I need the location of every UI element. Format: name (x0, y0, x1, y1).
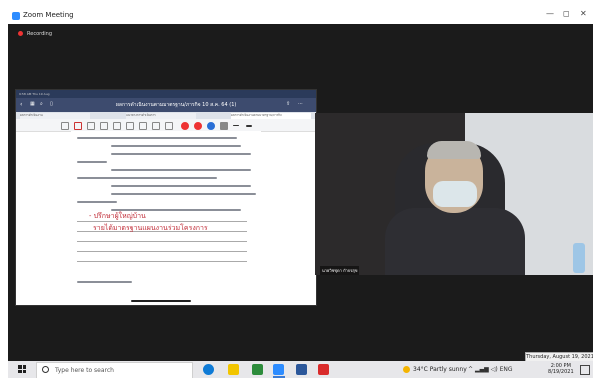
eraser-icon[interactable] (87, 122, 95, 130)
image-icon[interactable] (139, 122, 147, 130)
stroke-medium-icon[interactable] (233, 125, 239, 126)
close-button[interactable]: ✕ (580, 9, 587, 18)
weather-text: 34°C Partly sunny (413, 366, 467, 373)
system-tray[interactable]: ^ ▂▄▆ ◁) ENG (468, 366, 513, 373)
taskbar-clock[interactable]: 2:00 PM 8/19/2021 (548, 363, 574, 375)
video-suit (385, 208, 525, 275)
text-line (111, 193, 256, 195)
file-explorer-icon[interactable] (228, 364, 239, 375)
tray-chevron-icon[interactable]: ^ (468, 366, 473, 373)
text-line (111, 145, 241, 147)
handwritten-note: - ปรึกษาผู้ใหญ่บ้าน (89, 212, 146, 220)
recording-indicator: Recording (18, 31, 52, 37)
color-blue-icon[interactable] (207, 122, 215, 130)
active-indicator (273, 376, 285, 378)
windows-taskbar: Type here to search 34°C Partly sunny ^ … (8, 361, 593, 378)
windows-start-icon[interactable] (18, 365, 26, 373)
page-scrollbar[interactable] (131, 300, 191, 302)
record-dot-icon (18, 31, 23, 36)
highlighter-icon[interactable] (100, 122, 108, 130)
word-icon[interactable] (296, 364, 307, 375)
text-line (111, 153, 251, 155)
video-hair (427, 141, 481, 159)
text-line (77, 201, 117, 203)
camera-icon[interactable] (152, 122, 160, 130)
color-red-icon[interactable] (194, 122, 202, 130)
ipad-status-bar: 9:58 AM Thu 19 Aug (16, 90, 316, 98)
text-line (111, 169, 251, 171)
document-tabs: ผลการดำเนินงาน แนวทางการดำเนินการ ผลการด… (16, 112, 316, 119)
search-placeholder: Type here to search (55, 367, 114, 374)
answer-rule (77, 261, 247, 262)
maximize-button[interactable]: ◻ (563, 9, 570, 18)
lasso-icon[interactable] (61, 122, 69, 130)
document-page: - ปรึกษาผู้ใหญ่บ้าน รายได้มาตรฐานแผนงานร… (71, 131, 261, 299)
text-line (111, 185, 251, 187)
minimize-button[interactable]: — (546, 9, 554, 18)
search-icon (42, 366, 49, 373)
status-time: 9:58 AM Thu 19 Aug (19, 92, 50, 96)
stroke-thin-icon[interactable] (220, 122, 228, 130)
answer-rule (77, 251, 247, 252)
answer-rule (77, 241, 247, 242)
video-mask (433, 181, 477, 207)
store-icon[interactable] (252, 364, 263, 375)
shapes-icon[interactable] (113, 122, 121, 130)
stroke-thick-icon[interactable] (246, 125, 252, 127)
text-icon[interactable] (126, 122, 134, 130)
participant-name: นายวิชชุดา กำจรสุข (320, 266, 360, 275)
zoom-taskbar-icon[interactable] (273, 364, 284, 375)
network-icon[interactable]: ▂▄▆ (475, 366, 489, 373)
window-title: Zoom Meeting (23, 11, 74, 19)
color-red-icon[interactable] (181, 122, 189, 130)
weather-widget[interactable]: 34°C Partly sunny (403, 366, 467, 373)
text-line (77, 137, 237, 139)
handwritten-note: รายได้มาตรฐานแผนงานร่วมโครงการ (93, 224, 208, 232)
pen-icon[interactable] (74, 122, 82, 130)
volume-icon[interactable]: ◁) (491, 366, 498, 373)
app-header: ‹ ▦ ⌕ ▯ ผลการดำเนินงานตามมาตรฐาน/ภารกิจ … (16, 98, 316, 112)
link-icon[interactable] (165, 122, 173, 130)
text-line (77, 281, 132, 283)
document-title: ผลการดำเนินงานตามมาตรฐาน/ภารกิจ 10 ส.ค. … (116, 102, 237, 108)
participant-video: นายวิชชุดา กำจรสุข (315, 113, 593, 275)
bookmark-icon[interactable]: ▯ (50, 101, 53, 107)
more-icon[interactable]: ⋯ (298, 101, 303, 107)
partly-sunny-icon (403, 366, 410, 373)
acrobat-icon[interactable] (318, 364, 329, 375)
text-line (77, 161, 107, 163)
desktop-screen: Zoom Meeting — ◻ ✕ Recording 9:58 AM Thu… (8, 8, 593, 378)
share-icon[interactable]: ⇪ (286, 101, 290, 107)
zoom-title-bar: Zoom Meeting — ◻ ✕ (8, 8, 593, 24)
shared-screen: 9:58 AM Thu 19 Aug ‹ ▦ ⌕ ▯ ผลการดำเนินงา… (15, 89, 317, 306)
clock-date: 8/19/2021 (548, 369, 574, 375)
text-line (77, 177, 217, 179)
edge-icon[interactable] (203, 364, 214, 375)
back-icon[interactable]: ‹ (20, 101, 22, 108)
taskbar-search[interactable]: Type here to search (36, 362, 193, 378)
zoom-logo-icon (12, 12, 20, 20)
recording-label: Recording (27, 31, 53, 37)
language-indicator[interactable]: ENG (500, 366, 513, 373)
search-icon[interactable]: ⌕ (40, 101, 43, 107)
grid-icon[interactable]: ▦ (30, 101, 35, 107)
video-bottle (573, 243, 585, 273)
notification-icon[interactable] (580, 365, 590, 375)
